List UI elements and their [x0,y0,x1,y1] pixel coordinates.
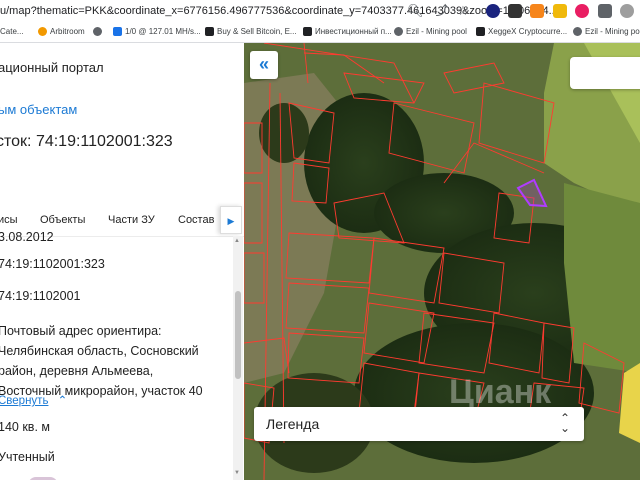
legend-dropdown[interactable]: Легенда ⌃ ⌄ [254,407,584,441]
map-search-box[interactable] [570,57,640,89]
wallet-extension-icon[interactable] [553,4,567,18]
legend-label: Легенда [266,416,320,432]
parcel-title: сток: 74:19:1102001:323 [0,133,173,150]
bookmark-item[interactable]: Cate... [0,27,24,36]
collapse-panel-button[interactable]: « [250,51,278,79]
double-chevron-left-icon: « [258,54,269,74]
collapse-link[interactable]: Свернуть ⌃ [0,393,67,407]
bookmark-item[interactable] [93,27,105,36]
profile-avatar-icon[interactable] [620,4,634,18]
address-bar[interactable]: u/map?thematic=PKK&coordinate_x=6776156.… [0,0,640,25]
xeggex-icon [476,27,485,36]
tabs-next-button[interactable]: ▶ [220,206,242,234]
portal-title: ационный портал [0,60,104,75]
bookmark-item[interactable]: XeggeX Cryptocurre... [476,27,567,36]
bookmark-star-icon[interactable]: ☆ [455,3,471,19]
bookmark-item[interactable]: Ezil - Mining pool [573,27,640,36]
bookmark-item[interactable]: Инвестиционный п... [303,27,392,36]
map-view[interactable]: Цианк « Легенда ⌃ ⌄ [244,43,640,480]
chevron-up-icon: ⌃ [57,395,68,407]
tab-composition[interactable]: Состав [178,214,214,226]
globe-icon [573,27,582,36]
scrollbar-thumb[interactable] [235,291,241,379]
arbitroom-icon [38,27,47,36]
globe-icon [394,27,403,36]
date-value: 3.08.2012 [0,230,54,244]
chevron-right-icon: ▶ [227,216,235,226]
back-to-objects-link[interactable]: ым объектам [0,102,77,117]
cadastral-number-value: 74:19:1102001:323 [0,257,105,271]
chevron-up-down-icon: ⌃ ⌄ [559,411,570,435]
bookmark-item[interactable]: 1/0 @ 127.01 MH/s... [113,27,201,36]
bookmark-item[interactable]: Ezil - Mining pool [394,27,467,36]
bookmarks-bar: Cate... Arbitroom 1/0 @ 127.01 MH/s... B… [0,24,640,43]
globe-icon [93,27,102,36]
bookmark-item[interactable]: Buy & Sell Bitcoin, E... [205,27,297,36]
meadow [564,183,640,373]
status-value: Учтенный [0,450,55,464]
tab-parts[interactable]: Части ЗУ [108,214,155,226]
info-panel: ационный портал ым объектам сток: 74:19:… [0,43,244,480]
area-value: 140 кв. м [0,420,50,434]
vpn-extension-icon[interactable] [486,4,500,18]
extension-icon[interactable] [508,4,522,18]
mining-icon [113,27,122,36]
bookmark-item[interactable]: Arbitroom [38,27,85,36]
forest-patch [259,103,309,163]
invest-icon [303,27,312,36]
share-icon[interactable]: ⤴ [434,3,450,19]
url-text[interactable]: u/map?thematic=PKK&coordinate_x=6776156.… [0,5,558,17]
address-value: Почтовый адрес ориентира: Челябинская об… [0,324,203,398]
exchange-icon [205,27,214,36]
tab-objects[interactable]: Объекты [40,214,85,226]
scroll-up-icon[interactable]: ▲ [234,238,240,244]
puzzle-icon[interactable] [598,4,612,18]
search-icon[interactable]: 🔍︎ [407,3,424,19]
quarter-value: 74:19:1102001 [0,289,81,303]
tab-descriptions[interactable]: исы [0,214,18,226]
extension-icon[interactable] [575,4,589,18]
metamask-icon[interactable] [530,4,544,18]
scroll-down-icon[interactable]: ▼ [234,470,240,476]
